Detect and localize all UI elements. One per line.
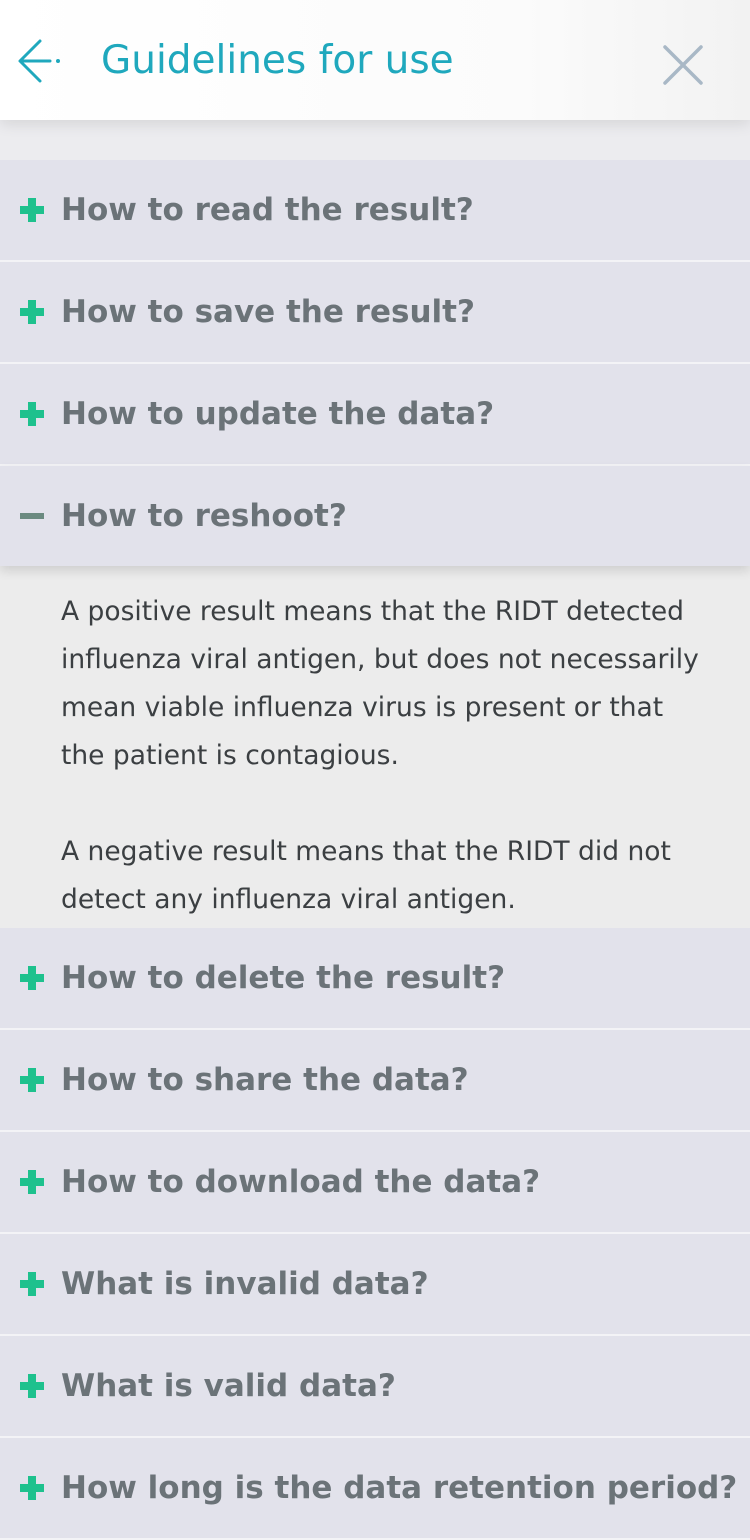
faq-item-label: How long is the data retention period? [61, 1470, 738, 1506]
plus-icon [20, 1374, 44, 1398]
plus-icon [20, 198, 44, 222]
faq-item-invalid-data[interactable]: What is invalid data? [0, 1234, 750, 1336]
minus-icon [20, 513, 44, 519]
faq-item-valid-data[interactable]: What is valid data? [0, 1336, 750, 1438]
page-title: Guidelines for use [101, 38, 454, 83]
plus-icon [20, 1476, 44, 1500]
plus-icon [20, 402, 44, 426]
faq-item-label: How to reshoot? [61, 498, 347, 534]
faq-item-label: What is invalid data? [61, 1266, 429, 1302]
faq-item-reshoot[interactable]: How to reshoot? [0, 466, 750, 566]
faq-item-read-result[interactable]: How to read the result? [0, 160, 750, 262]
app-header: Guidelines for use [0, 0, 750, 120]
faq-item-retention-period[interactable]: How long is the data retention period? [0, 1438, 750, 1540]
plus-icon [20, 1272, 44, 1296]
faq-item-label: How to share the data? [61, 1062, 469, 1098]
faq-item-label: How to delete the result? [61, 960, 506, 996]
close-icon[interactable] [660, 42, 706, 88]
faq-answer-panel: A positive result means that the RIDT de… [0, 566, 750, 928]
faq-item-label: What is valid data? [61, 1368, 396, 1404]
arrow-left-icon[interactable] [16, 38, 66, 84]
plus-icon [20, 1068, 44, 1092]
plus-icon [20, 300, 44, 324]
faq-item-save-result[interactable]: How to save the result? [0, 262, 750, 364]
faq-item-delete-result[interactable]: How to delete the result? [0, 928, 750, 1030]
faq-item-label: How to read the result? [61, 192, 474, 228]
faq-item-label: How to save the result? [61, 294, 475, 330]
faq-item-label: How to download the data? [61, 1164, 541, 1200]
faq-item-share-data[interactable]: How to share the data? [0, 1030, 750, 1132]
plus-icon [20, 966, 44, 990]
faq-item-label: How to update the data? [61, 396, 495, 432]
plus-icon [20, 1170, 44, 1194]
answer-paragraph: A negative result means that the RIDT di… [61, 836, 671, 915]
faq-item-update-data[interactable]: How to update the data? [0, 364, 750, 466]
faq-list: How to read the result? How to save the … [0, 160, 750, 1540]
faq-item-download-data[interactable]: How to download the data? [0, 1132, 750, 1234]
answer-paragraph: A positive result means that the RIDT de… [61, 596, 699, 771]
